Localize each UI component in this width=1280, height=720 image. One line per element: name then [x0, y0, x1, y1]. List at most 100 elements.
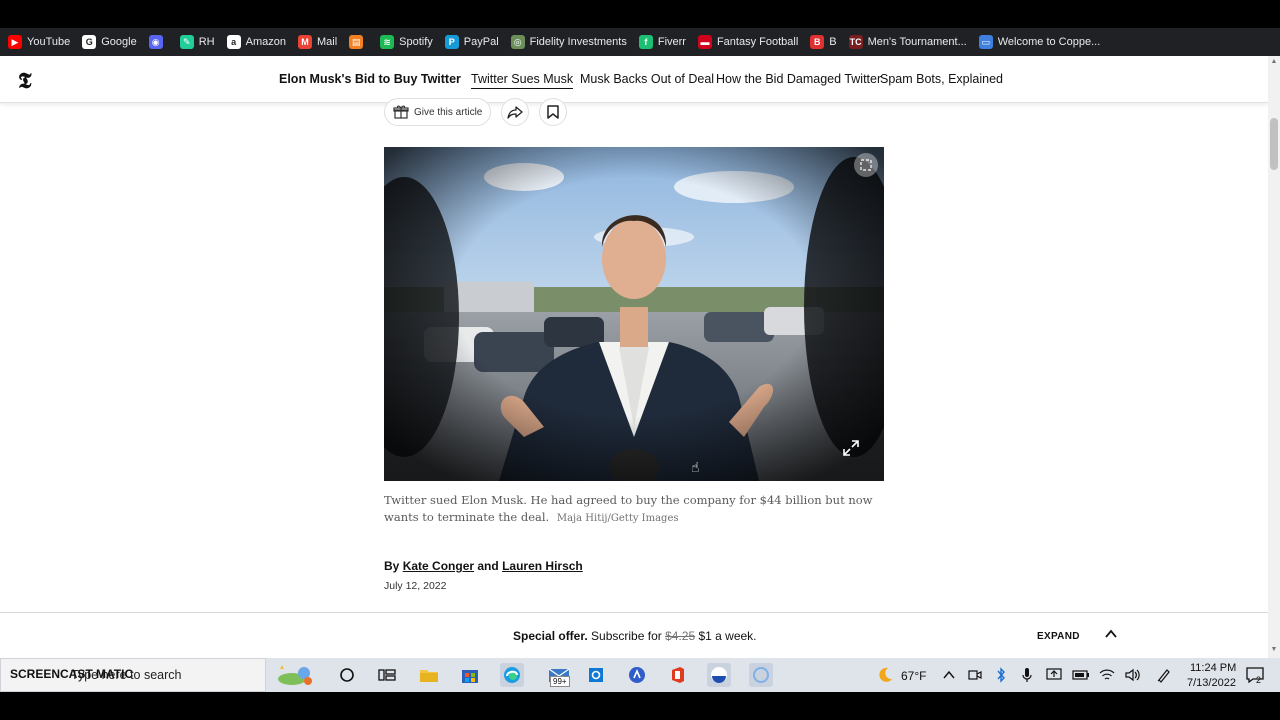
bookmark-favicon-icon: ▤	[349, 35, 364, 49]
bookmark-favicon-icon: ▭	[978, 35, 993, 49]
weather-temperature[interactable]: 67°F	[901, 669, 926, 683]
share-button[interactable]	[501, 98, 530, 126]
bookmarks-bar: ▶ YouTube G Google ◉ ✎ RH a Amazon M Mail ▤ ≋ Spotify…	[0, 28, 1280, 56]
pen-workspace-icon[interactable]	[1152, 663, 1176, 687]
nav-bid-damaged-twitter[interactable]: How the Bid Damaged Twitter	[716, 72, 881, 86]
nav-musk-backs-out[interactable]: Musk Backs Out of Deal	[580, 72, 714, 86]
bookmark-item[interactable]: ▭ Welcome to Coppe...	[978, 35, 1101, 49]
microphone-icon[interactable]	[1015, 663, 1039, 687]
save-button[interactable]	[539, 98, 568, 126]
photo-illustration	[384, 147, 884, 481]
notification-count: 2	[1256, 675, 1262, 685]
bookmark-favicon-icon: ✎	[179, 35, 194, 49]
clock-time[interactable]: 11:24 PM	[1190, 662, 1236, 674]
give-article-button[interactable]: Give this article	[384, 98, 492, 126]
scroll-down-arrow-icon[interactable]: ▼	[1270, 646, 1278, 654]
bookmark-label: Google	[101, 36, 137, 48]
bookmark-item[interactable]: ▤	[349, 35, 368, 49]
byline-and: and	[477, 559, 499, 573]
byline-by: By	[384, 559, 400, 573]
bookmark-icon	[547, 105, 560, 119]
bookmark-label: Welcome to Coppe...	[997, 36, 1101, 48]
bookmark-item[interactable]: P PayPal	[444, 35, 499, 49]
file-explorer-icon[interactable]	[417, 663, 441, 687]
bookmark-item[interactable]: BB	[810, 35, 837, 49]
quick-assist-icon[interactable]	[625, 663, 649, 687]
wifi-icon[interactable]	[1095, 663, 1119, 687]
nav-twitter-sues-musk[interactable]: Twitter Sues Musk	[471, 72, 574, 89]
bookmark-favicon-icon: P	[444, 35, 459, 49]
photo-zoom-icon[interactable]	[854, 153, 878, 177]
scroll-up-arrow-icon[interactable]: ▲	[1270, 58, 1278, 66]
nav-spam-bots[interactable]: Spam Bots, Explained	[880, 72, 1003, 86]
edge-browser-icon[interactable]	[500, 663, 524, 687]
article-header: 𝕿 Elon Musk's Bid to Buy Twitter Twitter…	[0, 56, 1268, 103]
recording-watermark-top: RECORDED WITH	[10, 652, 68, 658]
bookmark-item[interactable]: G Google	[82, 35, 137, 49]
task-view-icon[interactable]	[375, 663, 399, 687]
mail-app-icon[interactable]: 99+	[544, 663, 574, 687]
battery-icon[interactable]	[1069, 663, 1093, 687]
meet-now-icon[interactable]	[963, 663, 987, 687]
bookmark-label: Fiverr	[657, 36, 686, 48]
expand-offer-button[interactable]: EXPAND	[1037, 631, 1080, 642]
bookmark-favicon-icon: B	[810, 35, 825, 49]
volume-icon[interactable]	[1121, 663, 1145, 687]
bookmark-item[interactable]: ≋ Spotify	[380, 35, 433, 49]
offer-subscribe-text: Subscribe for	[591, 629, 662, 643]
gift-icon	[393, 105, 409, 119]
byline: By Kate Conger and Lauren Hirsch	[384, 559, 583, 573]
bluetooth-icon[interactable]	[989, 663, 1013, 687]
bookmark-favicon-icon: TC	[848, 35, 863, 49]
bookmark-item[interactable]: ◉	[148, 35, 168, 49]
page-scrollbar[interactable]: ▲ ▼	[1268, 56, 1280, 658]
author-link-kate-conger[interactable]: Kate Conger	[403, 559, 474, 573]
author-link-lauren-hirsch[interactable]: Lauren Hirsch	[502, 559, 583, 573]
series-title[interactable]: Elon Musk's Bid to Buy Twitter	[279, 72, 461, 86]
bookmark-label: Fidelity Investments	[529, 36, 627, 48]
office-icon[interactable]	[666, 663, 690, 687]
screencast-app-icon[interactable]	[707, 663, 731, 687]
screen-share-icon[interactable]	[1042, 663, 1066, 687]
weather-moon-icon[interactable]	[873, 663, 897, 687]
offer-text: Special offer. Subscribe for $4.25 $1 a …	[513, 629, 757, 643]
expand-image-icon[interactable]	[840, 437, 862, 459]
bookmark-favicon-icon: ◉	[148, 35, 163, 49]
task-view-circle-icon[interactable]	[335, 663, 359, 687]
give-article-label: Give this article	[414, 106, 483, 118]
bookmark-item[interactable]: a Amazon	[226, 35, 286, 49]
bookmark-label: RH	[198, 36, 215, 48]
bookmark-favicon-icon: ▬	[697, 35, 712, 49]
bookmark-item[interactable]: ◎ Fidelity Investments	[510, 35, 627, 49]
offer-new-price: $1 a week.	[698, 629, 757, 643]
cortana-icon[interactable]	[749, 663, 773, 687]
bookmark-item[interactable]: f Fiverr	[638, 35, 686, 49]
scrollbar-thumb[interactable]	[1270, 118, 1278, 170]
bookmark-label: Spotify	[399, 36, 433, 48]
bookmark-item[interactable]: ▶ YouTube	[8, 35, 70, 49]
bottom-letterbox	[0, 692, 1280, 720]
photo-caption: Twitter sued Elon Musk. He had agreed to…	[384, 492, 884, 527]
chevron-up-icon[interactable]	[1104, 627, 1118, 646]
bookmark-item[interactable]: ▬ Fantasy Football	[697, 35, 799, 49]
bookmark-label: Mail	[316, 36, 338, 48]
chevron-up-tray-icon[interactable]	[937, 663, 961, 687]
notification-center-icon[interactable]: 2	[1243, 663, 1267, 687]
bookmark-label: Fantasy Football	[716, 36, 799, 48]
bookmark-label: Men's Tournament...	[867, 36, 967, 48]
bookmark-favicon-icon: f	[638, 35, 653, 49]
bookmark-label: B	[829, 36, 837, 48]
store-icon[interactable]	[458, 663, 482, 687]
search-highlight-icon[interactable]	[274, 663, 316, 687]
publish-date: July 12, 2022	[384, 580, 447, 592]
article-photo[interactable]: ☝	[384, 147, 884, 481]
outlook-icon[interactable]	[584, 663, 608, 687]
nyt-logo-icon[interactable]: 𝕿	[18, 68, 32, 94]
bookmark-favicon-icon: a	[226, 35, 241, 49]
bookmark-favicon-icon: ≋	[380, 35, 395, 49]
clock-date[interactable]: 7/13/2022	[1187, 677, 1236, 689]
bookmark-item[interactable]: TC Men's Tournament...	[848, 35, 967, 49]
mail-badge: 99+	[550, 676, 570, 687]
bookmark-item[interactable]: M Mail	[297, 35, 338, 49]
bookmark-item[interactable]: ✎ RH	[179, 35, 215, 49]
